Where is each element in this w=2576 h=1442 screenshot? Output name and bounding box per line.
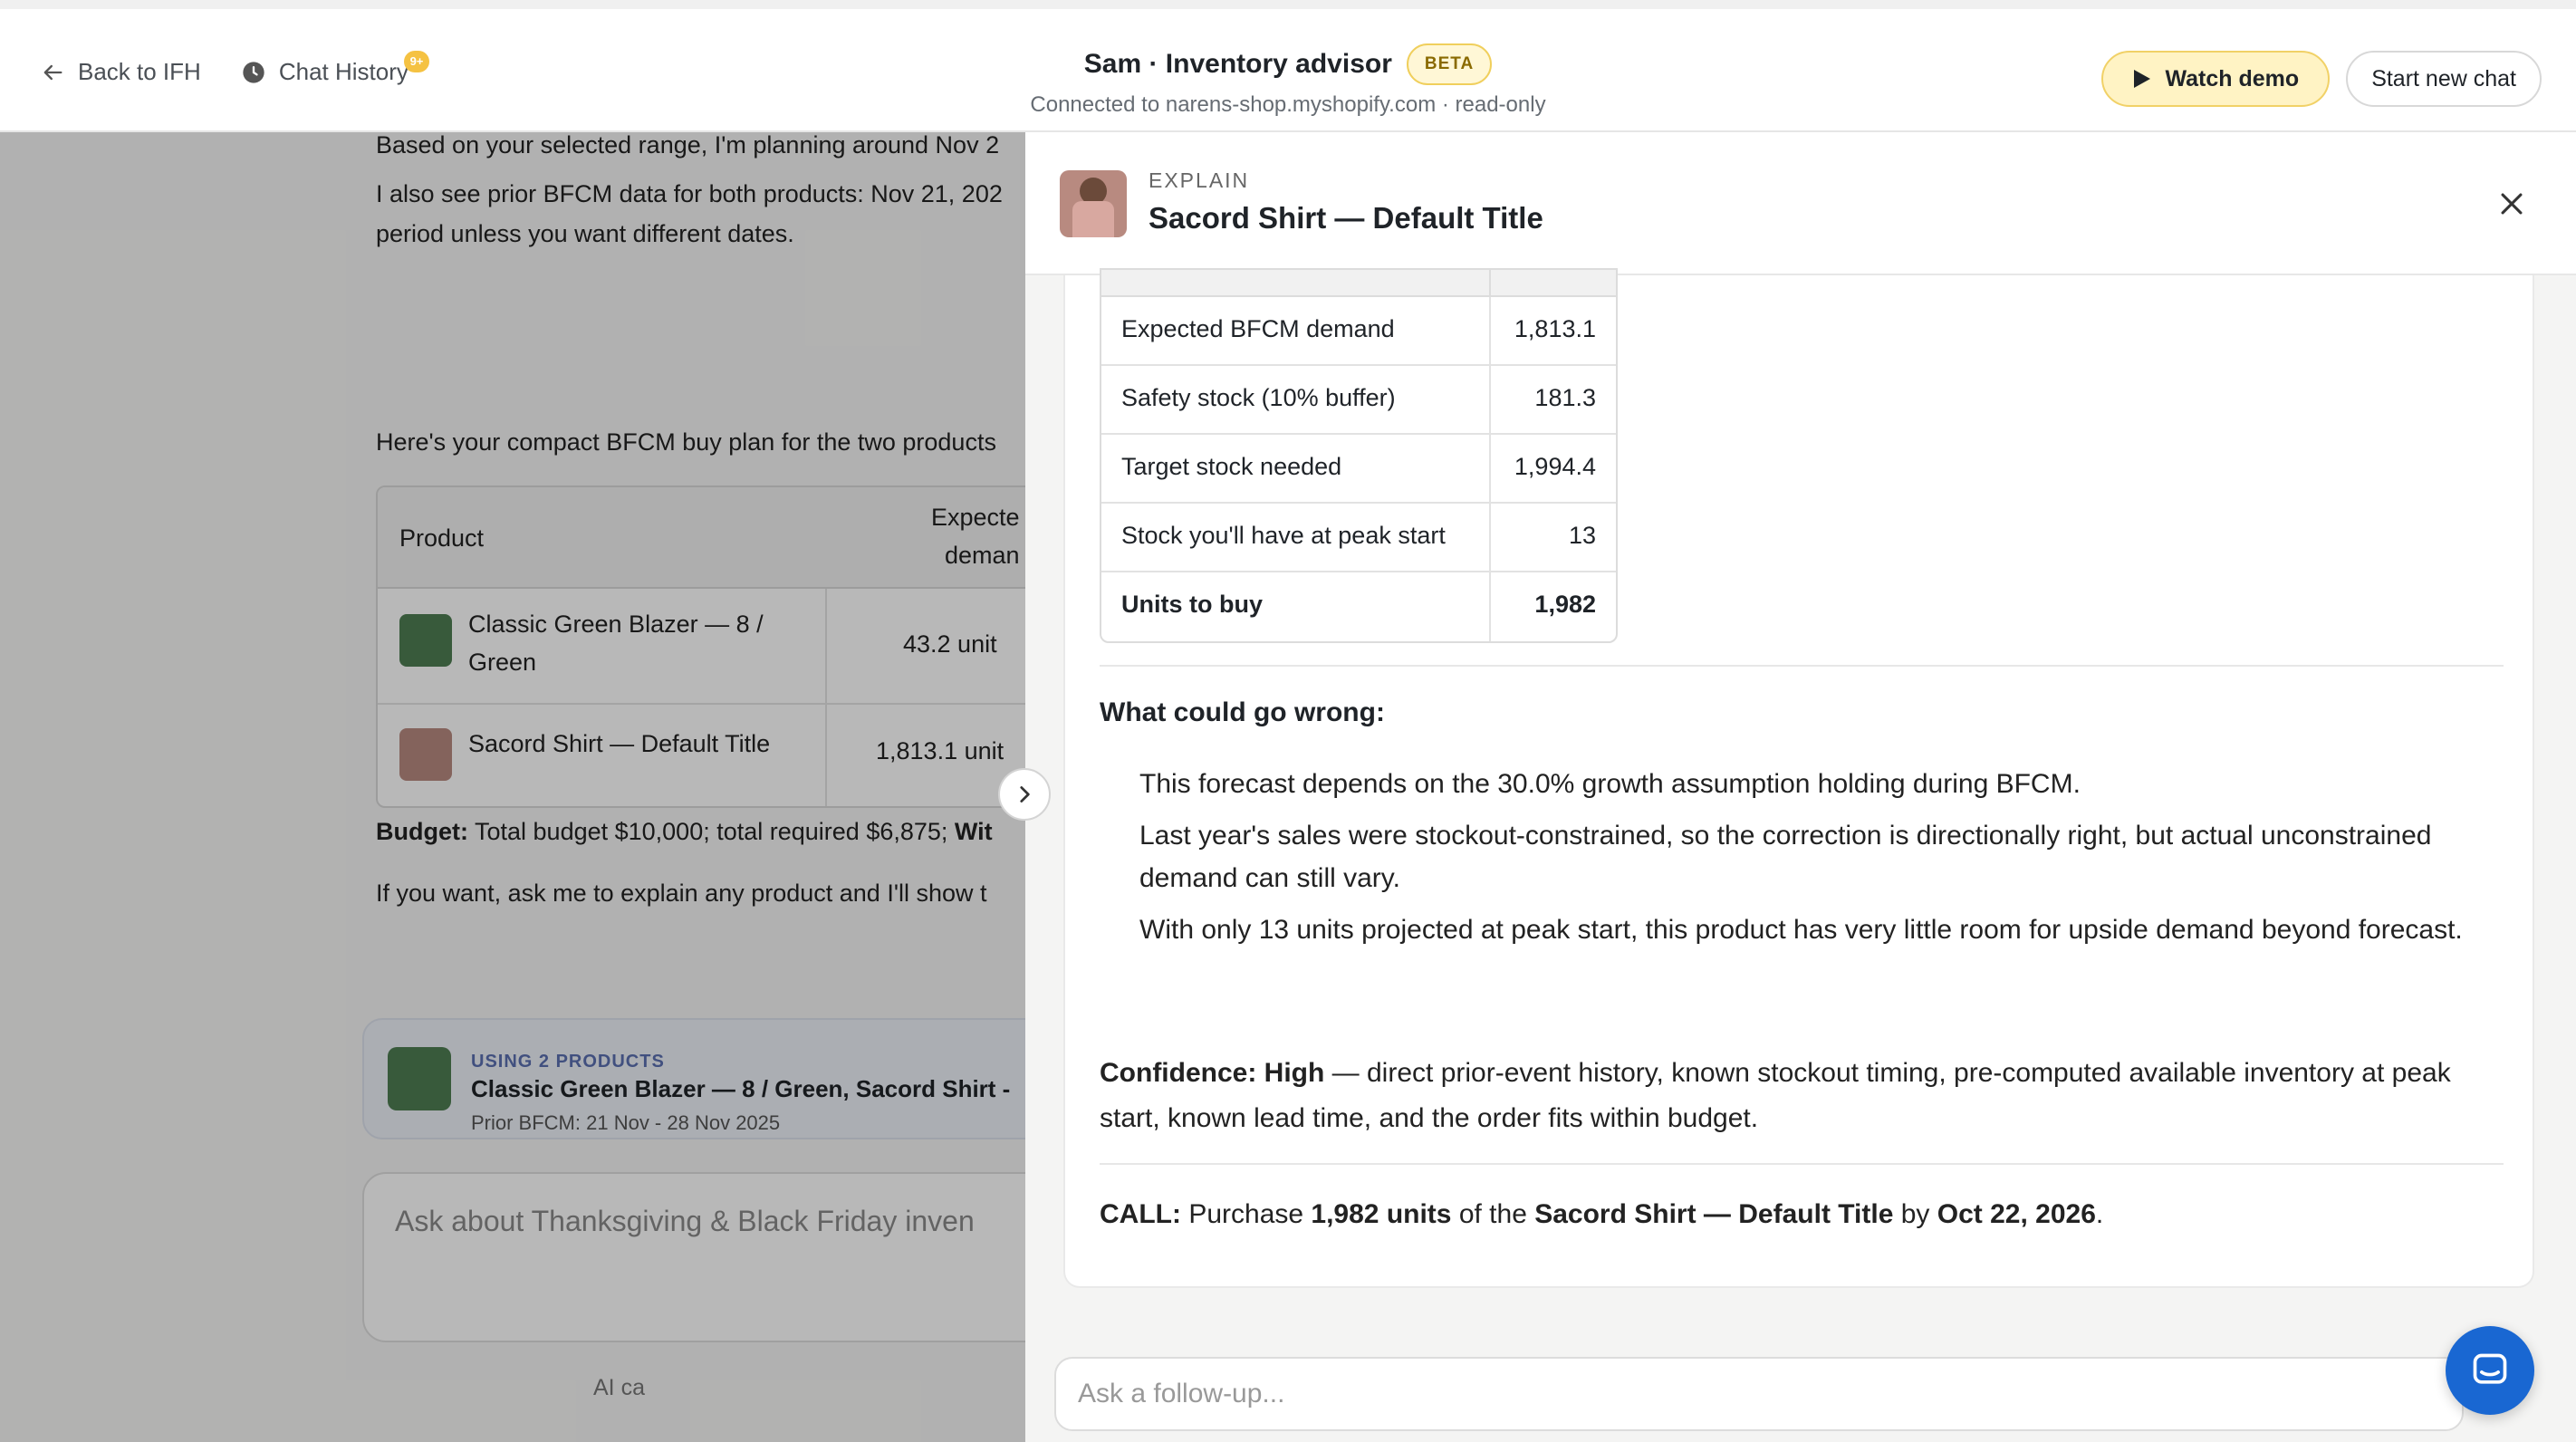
- call-text: .: [2095, 1199, 2104, 1229]
- watch-demo-label: Watch demo: [2165, 65, 2300, 91]
- calc-table-header: [1101, 270, 1616, 297]
- risks-heading: What could go wrong:: [1100, 697, 1385, 727]
- calc-value: 181.3: [1534, 384, 1596, 411]
- close-icon[interactable]: [2496, 188, 2527, 219]
- calc-row: Expected BFCM demand 1,813.1: [1101, 297, 1616, 366]
- calc-value: 1,982: [1534, 591, 1596, 618]
- risk-item: With only 13 units projected at peak sta…: [1139, 915, 2463, 945]
- collapse-panel-button[interactable]: [998, 768, 1051, 821]
- confidence-text: Confidence: High — direct prior-event hi…: [1100, 1051, 2494, 1141]
- call-text: Purchase: [1180, 1199, 1312, 1229]
- risks-list: This forecast depends on the 30.0% growt…: [1139, 763, 2471, 960]
- calc-row: Target stock needed 1,994.4: [1101, 435, 1616, 504]
- calc-row: Safety stock (10% buffer) 181.3: [1101, 366, 1616, 435]
- calc-label: Expected BFCM demand: [1121, 315, 1395, 342]
- call-product: Sacord Shirt — Default Title: [1534, 1199, 1894, 1229]
- panel-kicker: EXPLAIN: [1149, 168, 1250, 192]
- call-to-action: CALL: Purchase 1,982 units of the Sacord…: [1100, 1199, 2103, 1230]
- calc-label: Stock you'll have at peak start: [1121, 522, 1446, 549]
- call-units: 1,982 units: [1311, 1199, 1452, 1229]
- calc-label: Target stock needed: [1121, 453, 1342, 480]
- explain-panel: EXPLAIN Sacord Shirt — Default Title Exp…: [1025, 132, 2576, 1442]
- confidence-label: Confidence: High: [1100, 1058, 1325, 1088]
- page-title: Sam · Inventory advisor: [1083, 49, 1392, 79]
- messenger-button[interactable]: [2446, 1326, 2534, 1415]
- explain-card: Expected BFCM demand 1,813.1 Safety stoc…: [1063, 268, 2534, 1288]
- call-text: of the: [1451, 1199, 1535, 1229]
- followup-input[interactable]: Ask a follow-up...: [1054, 1357, 2464, 1431]
- calc-value: 13: [1568, 522, 1596, 549]
- panel-title: Sacord Shirt — Default Title: [1149, 201, 1543, 235]
- start-new-chat-button[interactable]: Start new chat: [2346, 51, 2542, 107]
- calc-label: Safety stock (10% buffer): [1121, 384, 1396, 411]
- play-icon: [2134, 70, 2151, 88]
- panel-header: EXPLAIN Sacord Shirt — Default Title: [1025, 132, 2576, 275]
- chat-bubble-icon: [2473, 1353, 2507, 1384]
- calculation-table: Expected BFCM demand 1,813.1 Safety stoc…: [1100, 268, 1618, 643]
- top-bar: Back to IFH Chat History 9+ Sam · Invent…: [0, 0, 2576, 132]
- calc-value: 1,813.1: [1514, 315, 1596, 342]
- calc-row: Stock you'll have at peak start 13: [1101, 504, 1616, 572]
- divider: [1100, 665, 2504, 667]
- nav-right: Watch demo Start new chat: [2101, 51, 2542, 107]
- chevron-right-icon: [1020, 786, 1030, 803]
- divider: [1100, 1163, 2504, 1165]
- call-label: CALL:: [1100, 1199, 1181, 1229]
- followup-placeholder: Ask a follow-up...: [1078, 1379, 1285, 1408]
- calc-value: 1,994.4: [1514, 453, 1596, 480]
- beta-badge: BETA: [1406, 43, 1493, 85]
- modal-overlay[interactable]: [0, 132, 1025, 1442]
- product-thumbnail: [1060, 170, 1127, 237]
- call-text: by: [1893, 1199, 1937, 1229]
- watch-demo-button[interactable]: Watch demo: [2101, 51, 2331, 107]
- risk-item: Last year's sales were stockout-constrai…: [1139, 821, 2432, 893]
- calc-label: Units to buy: [1121, 591, 1263, 618]
- calc-row-total: Units to buy 1,982: [1101, 572, 1616, 641]
- risk-item: This forecast depends on the 30.0% growt…: [1139, 769, 2081, 799]
- call-date: Oct 22, 2026: [1937, 1199, 2096, 1229]
